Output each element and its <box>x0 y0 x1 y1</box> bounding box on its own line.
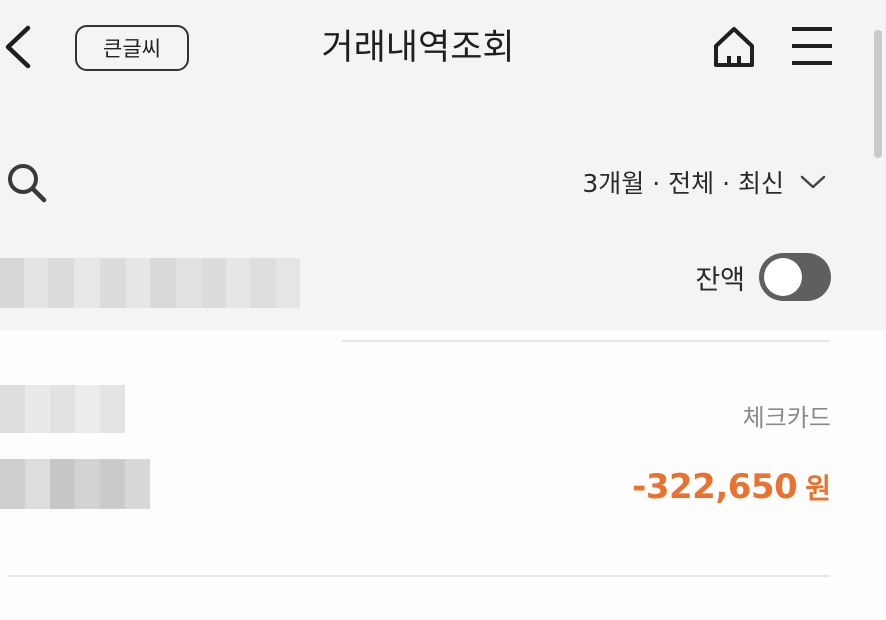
balance-toggle-group: 잔액 <box>695 250 831 304</box>
balance-toggle[interactable] <box>759 253 831 301</box>
home-button[interactable] <box>710 24 758 70</box>
toggle-knob <box>764 258 802 296</box>
amount-value: -322,650 <box>632 467 798 507</box>
amount-unit: 원 <box>805 472 831 505</box>
scrollbar[interactable] <box>874 30 882 158</box>
back-button[interactable] <box>0 22 40 72</box>
divider <box>8 575 830 577</box>
search-button[interactable] <box>6 162 48 204</box>
transaction-amount: -322,650 원 <box>632 467 831 507</box>
transaction-merchant-redacted <box>0 459 150 509</box>
big-text-button[interactable]: 큰글씨 <box>75 25 189 71</box>
search-icon <box>8 164 47 203</box>
page-title: 거래내역조회 <box>321 28 515 68</box>
account-number-redacted <box>0 258 300 308</box>
transaction-row[interactable]: 체크카드 -322,650 원 <box>0 340 886 576</box>
menu-button[interactable] <box>790 24 834 68</box>
hamburger-menu-icon <box>792 27 832 65</box>
chevron-left-icon <box>5 25 31 69</box>
transaction-type: 체크카드 <box>742 404 831 432</box>
chevron-down-icon <box>800 175 826 189</box>
balance-label: 잔액 <box>695 264 745 296</box>
big-text-label: 큰글씨 <box>103 37 161 61</box>
home-icon <box>714 27 754 67</box>
filter-dropdown[interactable]: 3개월 · 전체 · 최신 <box>582 160 826 204</box>
filter-summary: 3개월 · 전체 · 최신 <box>582 169 784 198</box>
transaction-date-redacted <box>0 385 125 433</box>
app-header: 큰글씨 거래내역조회 <box>0 0 886 100</box>
